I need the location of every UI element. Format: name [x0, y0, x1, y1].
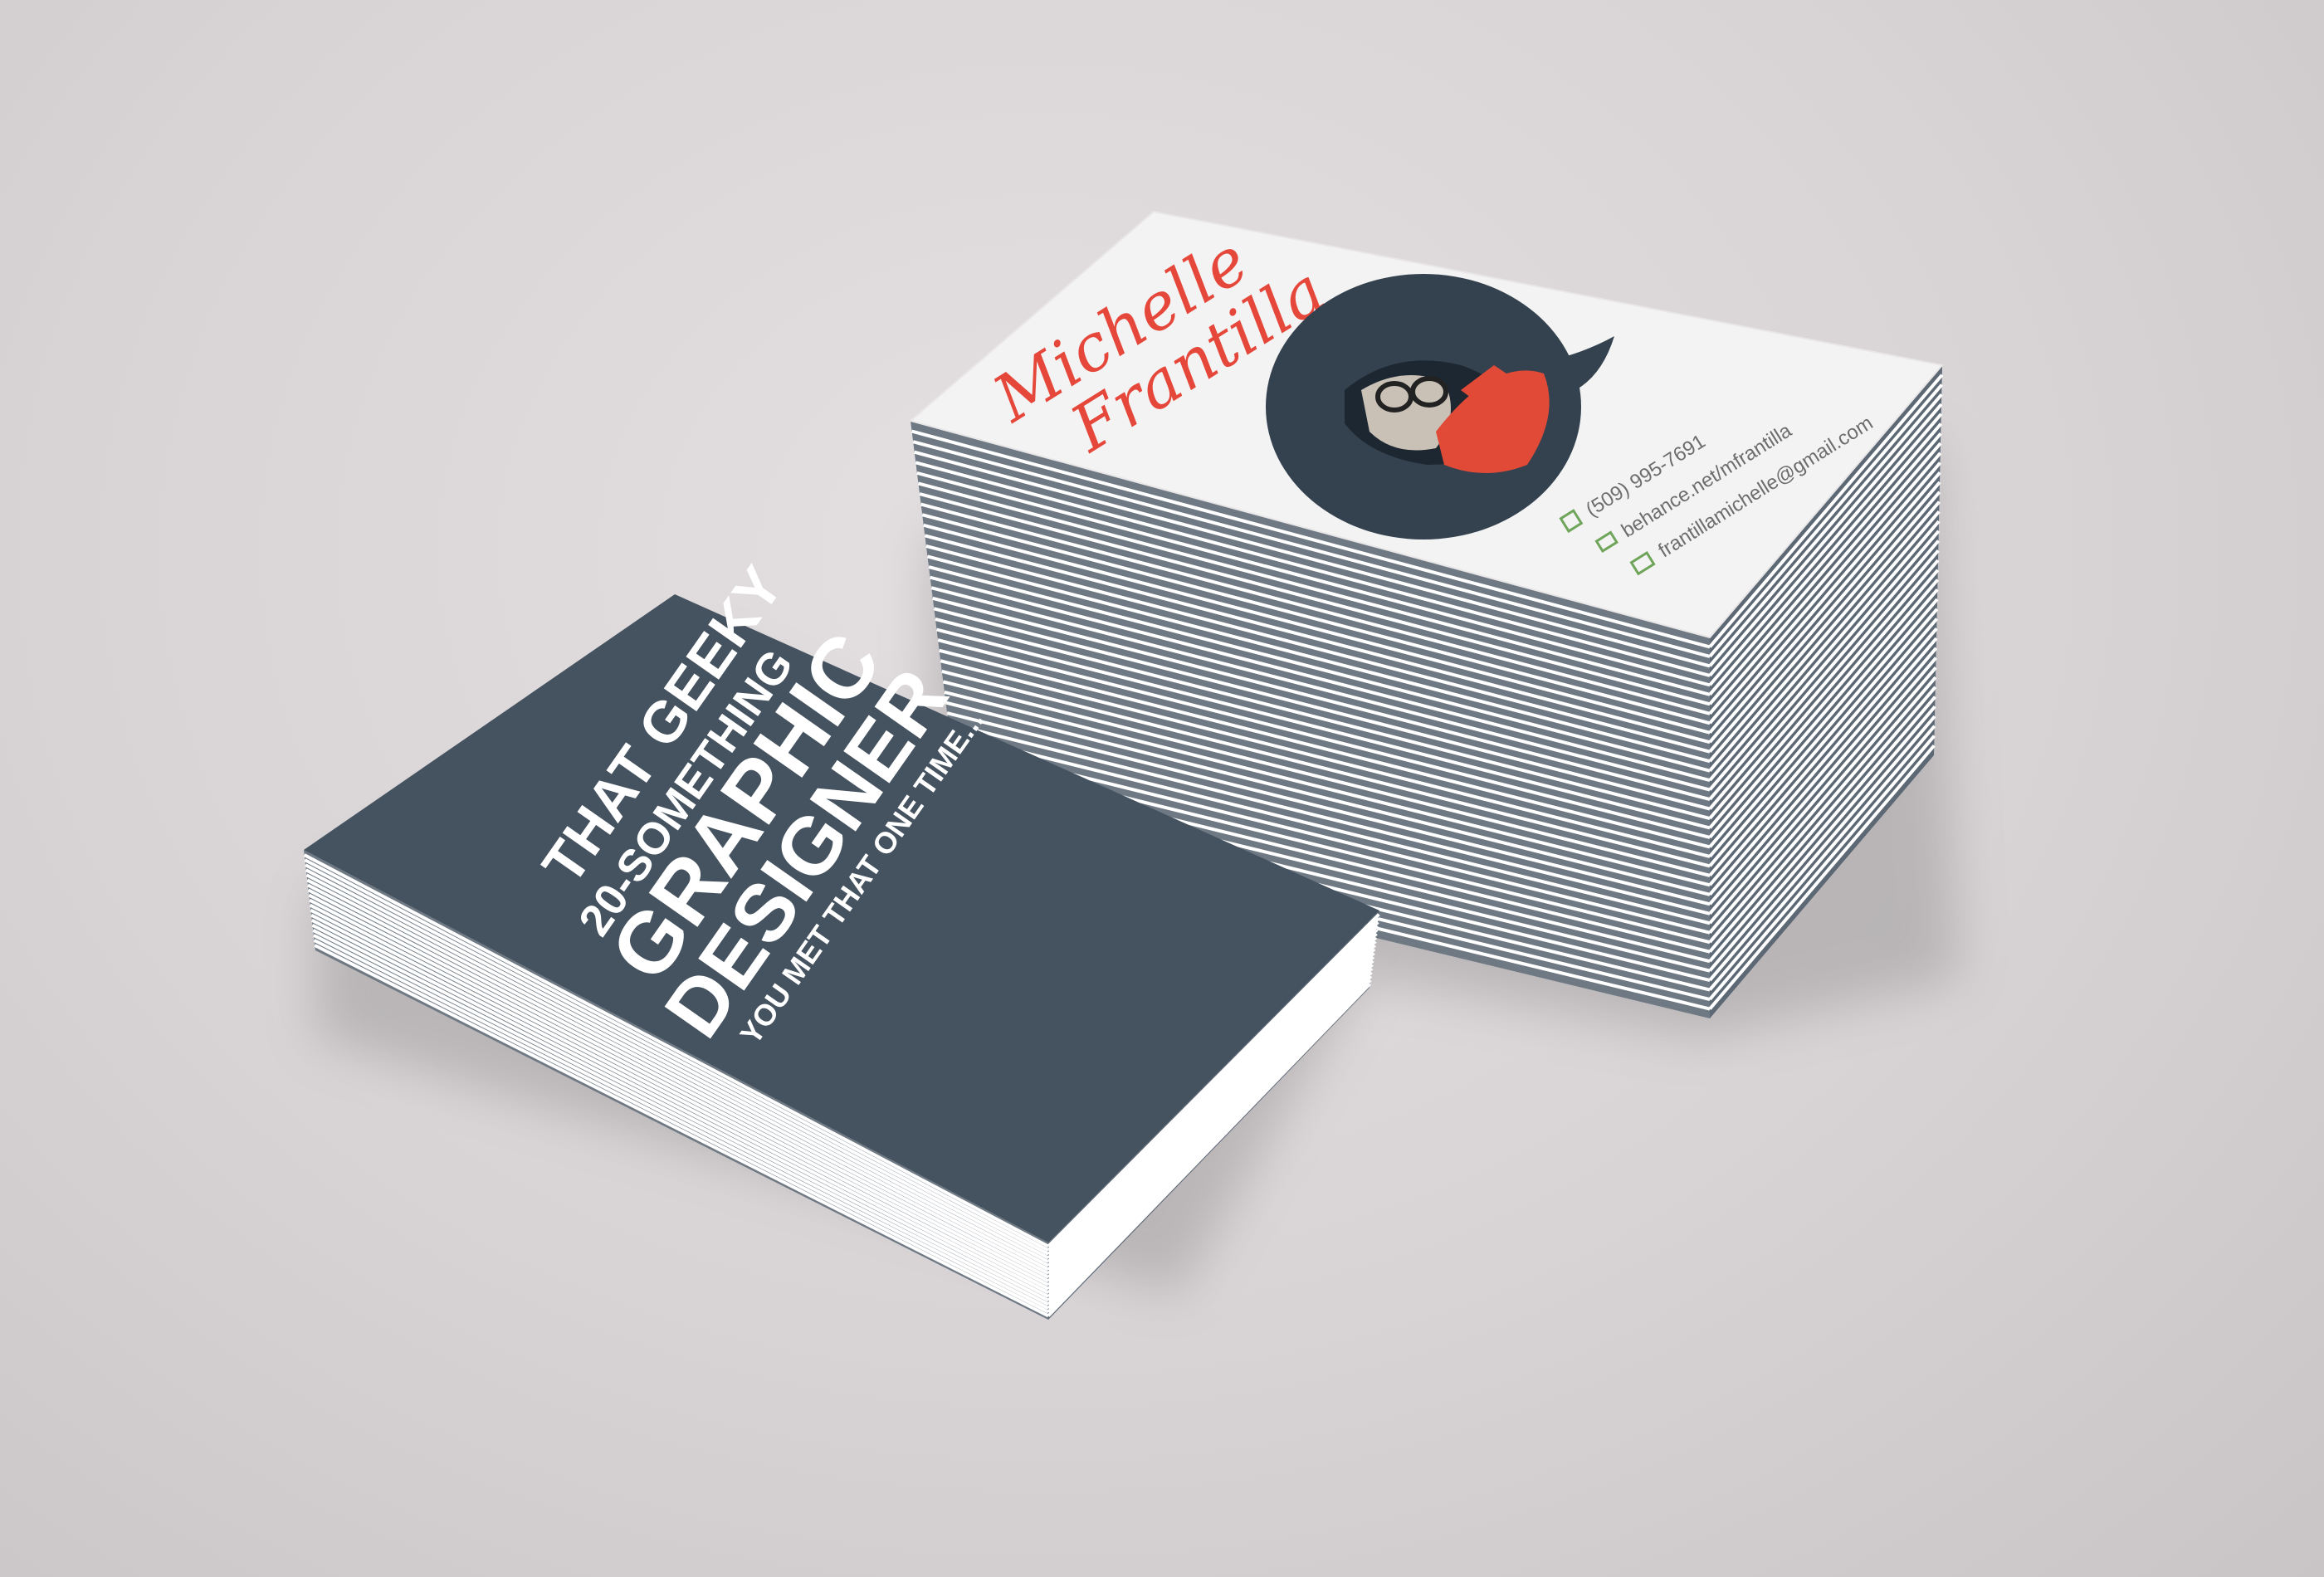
scene-background: Michelle Frantilla (509) 995-7691 behanc…	[0, 0, 2324, 1577]
business-cards-mockup: Michelle Frantilla (509) 995-7691 behanc…	[303, 210, 1959, 1320]
